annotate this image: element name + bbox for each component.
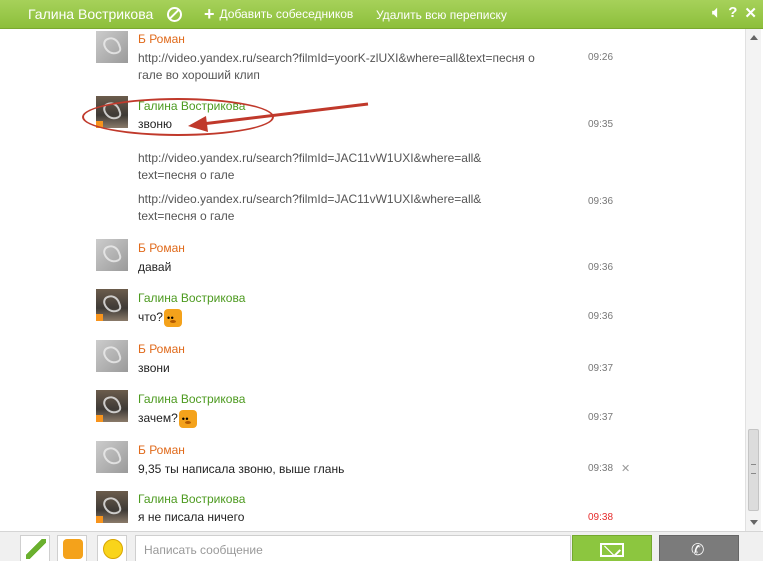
call-button[interactable]: ✆ [659,535,739,561]
message-time: 09:35 [588,119,614,130]
send-button[interactable] [572,535,652,561]
message-row: Б Роман давай 09:36 [0,238,745,288]
composer: Написать сообщение ✆ [0,531,763,561]
message-line: что? [138,309,182,327]
message-time: 09:37 [588,412,614,423]
message-text: 9,35 ты написала звоню, выше глань [138,461,344,478]
message-author[interactable]: Б Роман [138,241,185,255]
message-text[interactable]: http://video.yandex.ru/search?filmId=yoo… [138,50,535,84]
message-line-text: зачем? [138,411,178,426]
emoticon-icon [178,410,197,428]
message-line: давай [138,260,172,274]
message-text: звони [138,360,170,377]
smiley-button[interactable] [97,535,127,561]
message-author[interactable]: Галина Вострикова [138,392,245,406]
message-text: давай [138,259,171,276]
online-status-icon [96,314,103,321]
help-icon[interactable]: ? [728,4,737,22]
avatar[interactable] [96,31,128,63]
stickers-button[interactable] [57,535,87,561]
avatar[interactable] [96,340,128,372]
online-status-icon [96,516,103,523]
message-time: 09:37 [588,363,614,374]
delete-history-button[interactable]: Удалить всю переписку [376,8,507,22]
online-status-icon [96,415,103,422]
message-line: http://video.yandex.ru/search?filmId=yoo… [138,51,535,65]
annotation-arrow [188,102,369,132]
message-line: text=песня о гале [138,168,235,182]
avatar-image [101,393,123,417]
avatar[interactable] [96,441,128,473]
message-time: 09:36 [588,196,614,207]
message-text: зачем? [138,410,197,428]
message-line: 9,35 ты написала звоню, выше глань [138,462,345,476]
avatar-image [101,444,123,468]
message-time: 09:36 [588,262,614,273]
message-row: http://video.yandex.ru/search?filmId=JAC… [0,187,745,237]
message-row: Б Роман 9,35 ты написала звоню, выше глан… [0,440,745,490]
delete-message-icon[interactable]: ✕ [621,462,630,475]
close-icon[interactable]: ✕ [744,4,757,22]
envelope-icon [600,543,624,557]
message-text: что? [138,309,182,327]
chat-header: Галина Вострикова + Добавить собеседнико… [0,0,763,29]
message-line: зачем? [138,410,197,428]
message-text: я не писала ничего [138,509,244,526]
avatar-image [101,242,123,266]
pencil-icon [26,539,46,559]
message-row: Б Роман звони 09:37 [0,339,745,389]
avatar[interactable] [96,491,128,523]
message-row: Галина Вострикова зачем? 09:37 [0,389,745,439]
message-time: 09:26 [588,52,614,63]
message-author[interactable]: Б Роман [138,342,185,356]
message-line: text=песня о гале [138,209,235,223]
message-input[interactable]: Написать сообщение [135,535,571,561]
message-row: Б Роман http://video.yandex.ru/search?fil… [0,30,745,82]
add-participants-button[interactable]: + Добавить собеседников [204,4,354,24]
avatar-image [101,34,123,58]
message-time: 09:38 [588,463,614,474]
message-author[interactable]: Б Роман [138,443,185,457]
block-icon[interactable] [167,7,182,22]
message-row: Галина Вострикова что? 09:36 [0,288,745,338]
avatar[interactable] [96,239,128,271]
chat-title: Галина Вострикова [28,6,154,22]
message-line: http://video.yandex.ru/search?filmId=JAC… [138,192,482,206]
scrollbar-thumb[interactable] [748,429,759,511]
pencil-button[interactable] [20,535,50,561]
avatar[interactable] [96,289,128,321]
avatar-image [101,494,123,518]
avatar-image [101,343,123,367]
scroll-up-icon[interactable] [750,35,758,40]
phone-icon: ✆ [691,542,705,559]
avatar[interactable] [96,390,128,422]
message-line: звони [138,361,170,375]
message-author[interactable]: Галина Вострикова [138,291,245,305]
message-line: я не писала ничего [138,510,245,524]
add-participants-label: Добавить собеседников [219,7,354,21]
avatar-image [101,292,123,316]
message-time: 09:38 [588,512,614,523]
smiley-icon [103,539,123,559]
message-author[interactable]: Галина Вострикова [138,492,245,506]
window-controls: 🔈︎ ? ✕ [712,4,757,22]
message-author[interactable]: Б Роман [138,32,185,46]
message-time: 09:36 [588,311,614,322]
scroll-down-icon[interactable] [750,520,758,525]
mute-icon[interactable]: 🔈︎ [712,4,721,22]
sticker-icon [63,539,83,559]
scrollbar[interactable] [745,29,761,531]
message-text[interactable]: http://video.yandex.ru/search?filmId=JAC… [138,150,481,184]
message-line: гале во хороший клип [138,68,260,82]
emoticon-icon [163,309,182,327]
plus-icon: + [204,4,215,24]
message-line-text: что? [138,310,163,325]
message-line: http://video.yandex.ru/search?filmId=JAC… [138,151,482,165]
message-text[interactable]: http://video.yandex.ru/search?filmId=JAC… [138,191,481,225]
